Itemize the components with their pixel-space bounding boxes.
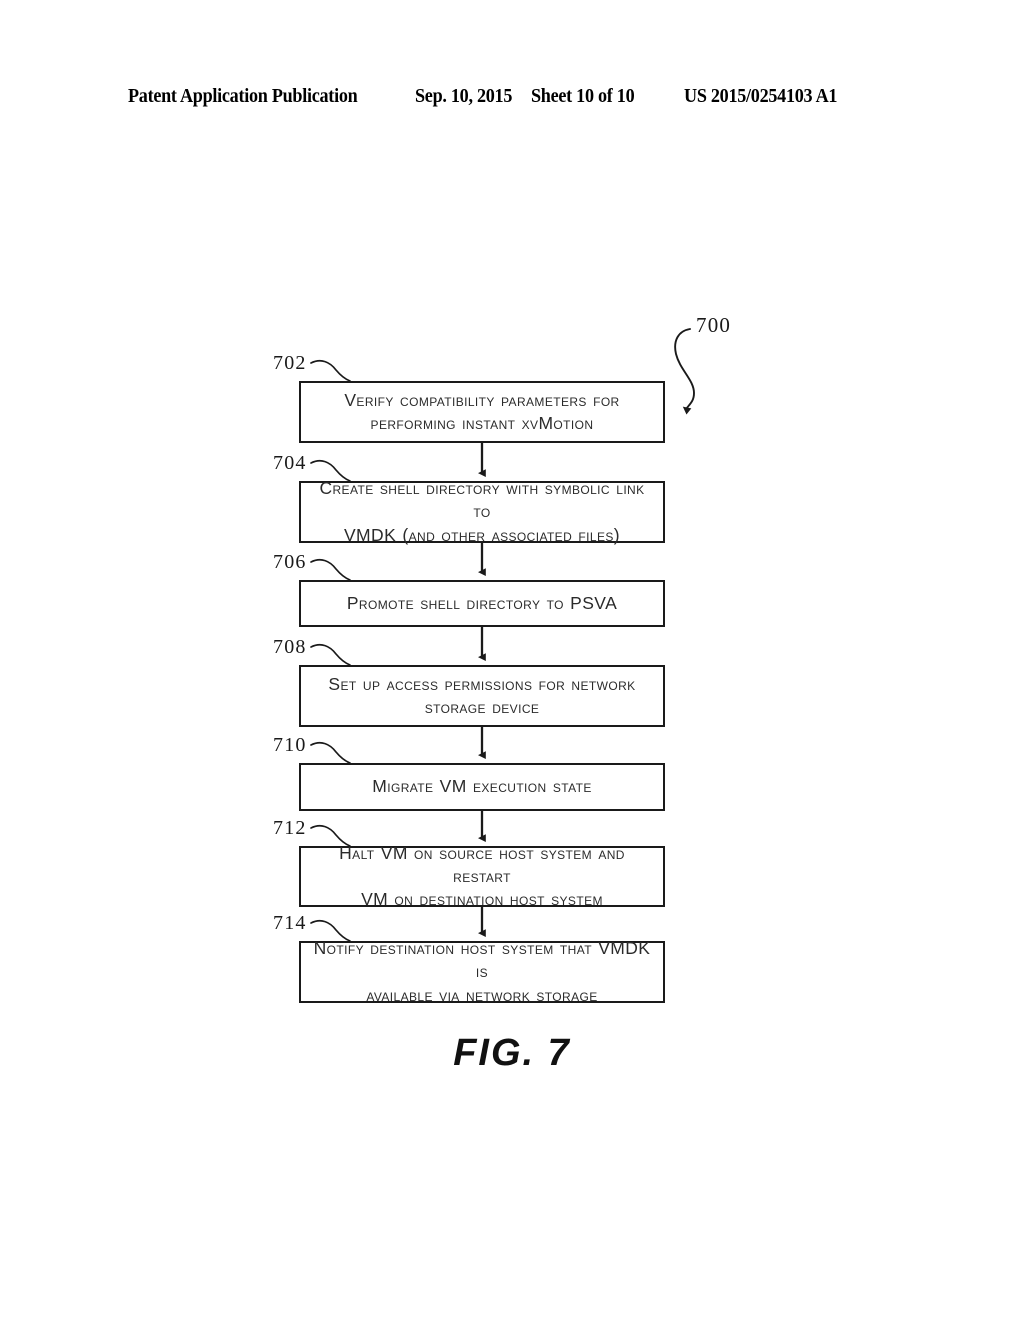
leader-702 [310,360,351,382]
flowchart-connectors [310,328,695,942]
reference-numeral-712: 712 [273,817,307,839]
reference-numeral-704: 704 [273,452,307,474]
reference-numeral-700: 700 [696,313,732,337]
process-box-714-label: Notify destination host system that VMDK… [313,938,651,1005]
process-box-708-label: Set up access permissions for network st… [328,673,636,717]
reference-numeral-710: 710 [273,734,307,756]
process-box-712[interactable]: Halt VM on source host system and restar… [299,843,665,909]
reference-numeral-702: 702 [273,352,307,374]
process-box-704[interactable]: Create shell directory with symbolic lin… [299,478,665,545]
reference-numeral-706: 706 [273,551,307,573]
patent-figure: 700 702 Verify compatibility parameters … [0,0,1024,1320]
reference-numeral-714: 714 [273,912,307,934]
process-box-706-label: Promote shell directory to PSVA [346,592,618,613]
process-box-702[interactable]: Verify compatibility parameters for perf… [299,381,665,443]
leader-710 [310,742,351,764]
process-box-708[interactable]: Set up access permissions for network st… [299,665,665,727]
process-box-712-label: Halt VM on source host system and restar… [339,842,625,910]
reference-numeral-708: 708 [273,636,307,658]
process-box-704-label: Create shell directory with symbolic lin… [319,478,645,545]
leader-706 [310,559,351,581]
figure-caption: FIG. 7 [453,1032,571,1074]
process-box-706[interactable]: Promote shell directory to PSVA [299,580,665,627]
process-box-710[interactable]: Migrate VM execution state [299,763,665,811]
process-box-710-label: Migrate VM execution state [372,776,592,797]
process-box-714[interactable]: Notify destination host system that VMDK… [299,938,665,1005]
diagram-reference-leader-700 [674,328,695,415]
process-box-702-label: Verify compatibility parameters for perf… [344,389,620,433]
leader-708 [310,644,351,666]
